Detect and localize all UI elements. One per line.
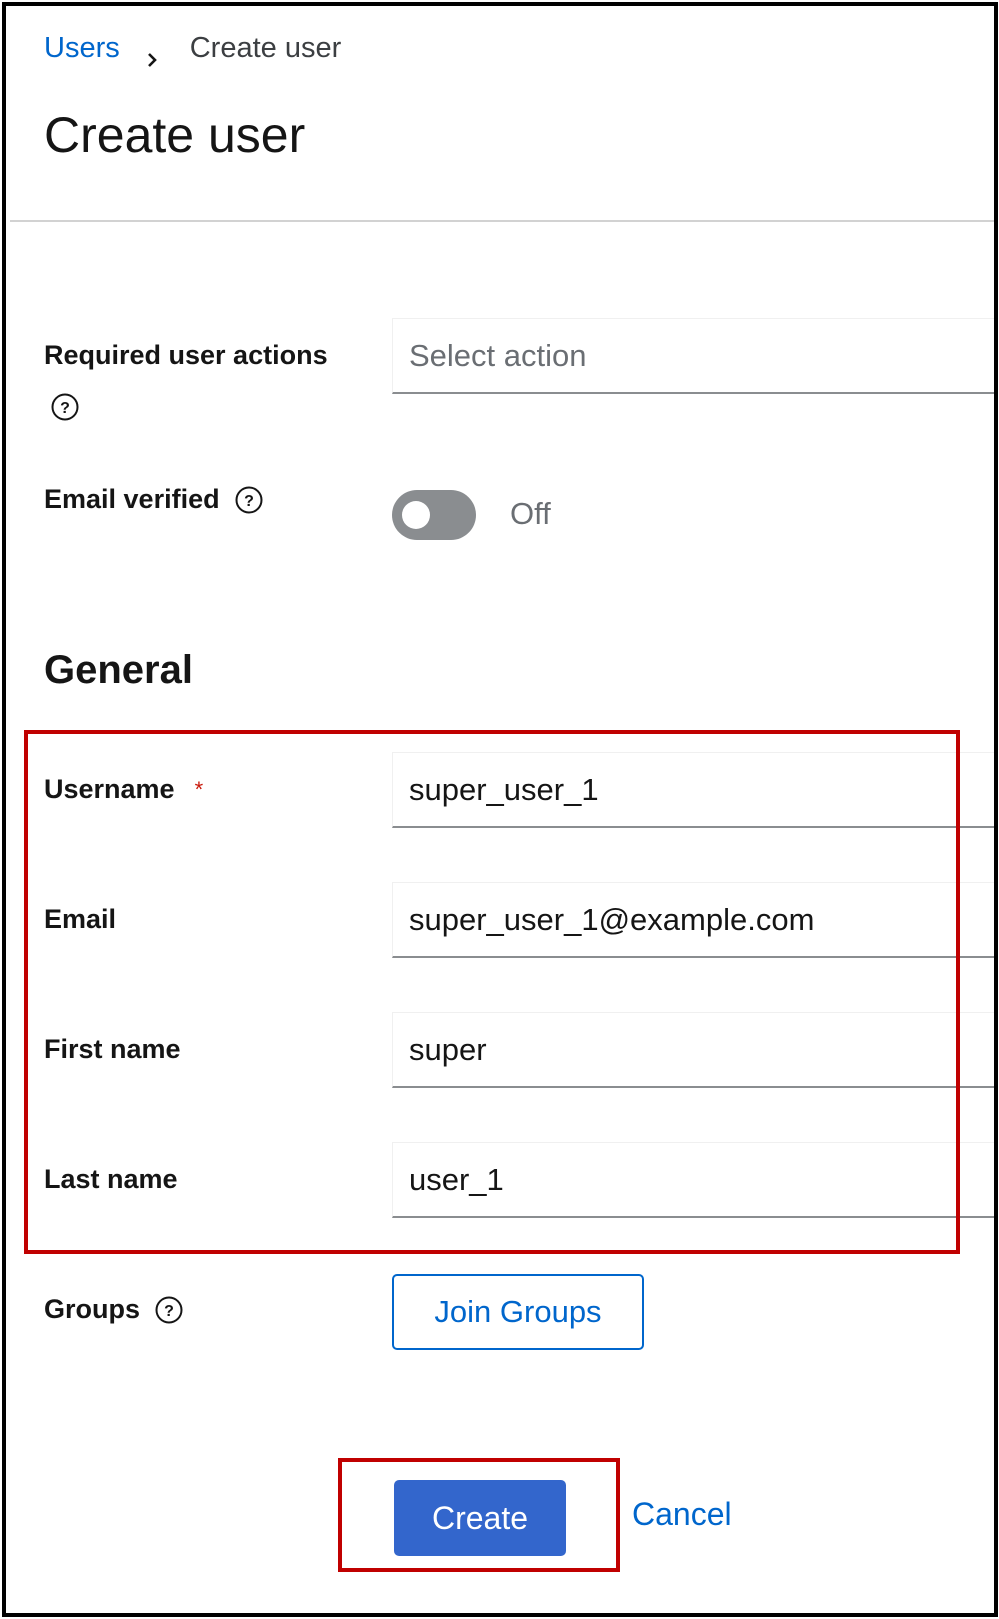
first-name-input[interactable] bbox=[392, 1012, 994, 1088]
breadcrumb-current: Create user bbox=[189, 32, 342, 64]
breadcrumb-users-link[interactable]: Users bbox=[44, 32, 120, 65]
required-actions-select[interactable]: Select action bbox=[392, 318, 994, 394]
last-name-label-text: Last name bbox=[44, 1164, 178, 1194]
help-icon[interactable]: ? bbox=[154, 1295, 184, 1325]
username-input[interactable] bbox=[392, 752, 994, 828]
last-name-label: Last name bbox=[44, 1164, 178, 1195]
create-user-page: Users Create user Create user Required u… bbox=[2, 2, 998, 1617]
chevron-right-icon bbox=[146, 42, 160, 67]
cancel-button[interactable]: Cancel bbox=[632, 1496, 732, 1533]
first-name-label-text: First name bbox=[44, 1034, 181, 1064]
email-input[interactable] bbox=[392, 882, 994, 958]
email-label: Email bbox=[44, 904, 116, 935]
required-actions-label-text: Required user actions bbox=[44, 340, 328, 370]
required-marker: * bbox=[194, 776, 204, 802]
required-actions-placeholder: Select action bbox=[409, 337, 587, 373]
help-icon[interactable]: ? bbox=[234, 485, 264, 515]
svg-text:?: ? bbox=[60, 400, 70, 417]
last-name-input[interactable] bbox=[392, 1142, 994, 1218]
email-verified-state: Off bbox=[510, 496, 551, 531]
help-icon[interactable]: ? bbox=[50, 392, 80, 422]
email-verified-toggle[interactable] bbox=[392, 490, 476, 540]
general-section-title: General bbox=[44, 648, 193, 692]
svg-text:?: ? bbox=[244, 493, 254, 510]
header-divider bbox=[10, 220, 994, 222]
breadcrumb: Users Create user bbox=[44, 32, 342, 67]
join-groups-button[interactable]: Join Groups bbox=[392, 1274, 644, 1350]
groups-label-text: Groups bbox=[44, 1294, 141, 1324]
create-button[interactable]: Create bbox=[394, 1480, 566, 1556]
username-label-text: Username bbox=[44, 774, 175, 804]
username-label: Username * bbox=[44, 774, 203, 805]
svg-text:?: ? bbox=[164, 1303, 174, 1320]
email-verified-label: Email verified ? bbox=[44, 484, 264, 515]
email-verified-label-text: Email verified bbox=[44, 484, 220, 514]
toggle-knob bbox=[402, 501, 430, 529]
required-actions-label: Required user actions bbox=[44, 340, 328, 371]
groups-label: Groups ? bbox=[44, 1294, 184, 1325]
page-title: Create user bbox=[44, 107, 306, 163]
email-label-text: Email bbox=[44, 904, 117, 934]
first-name-label: First name bbox=[44, 1034, 181, 1065]
